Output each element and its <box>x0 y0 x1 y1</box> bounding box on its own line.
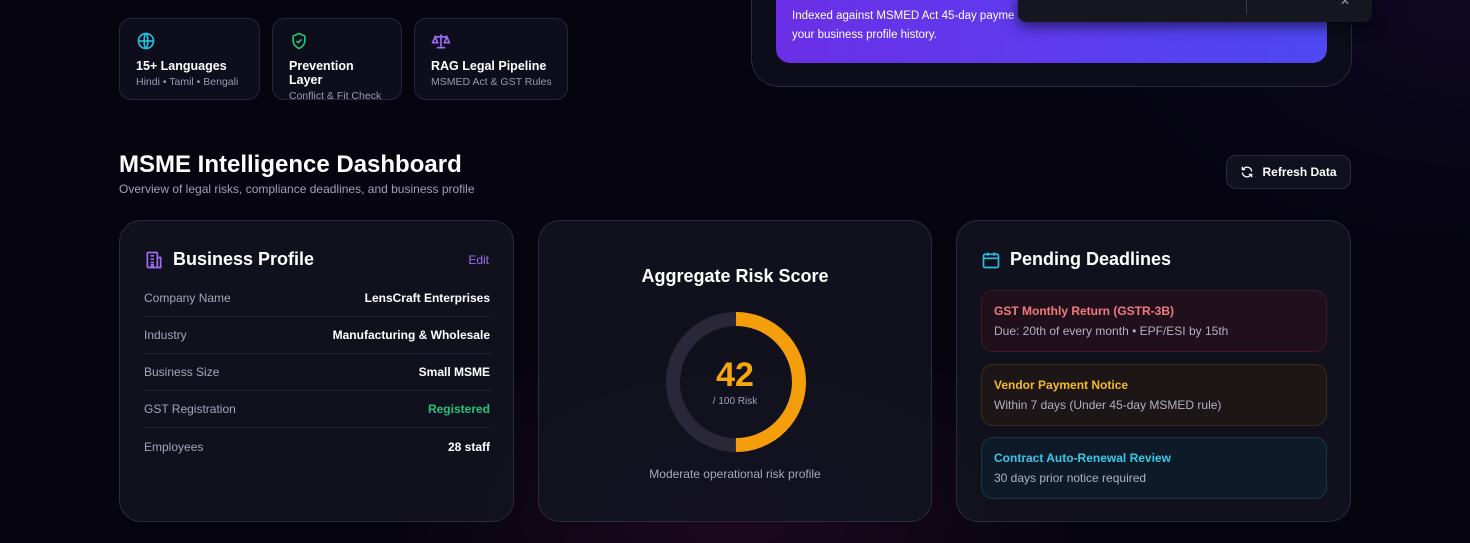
deadline-detail: Within 7 days (Under 45-day MSMED rule) <box>994 398 1222 412</box>
refresh-icon <box>1242 166 1253 178</box>
feature-title: 15+ Languages <box>136 59 227 73</box>
scale-icon <box>431 34 451 49</box>
profile-row-gst: GST Registration Registered <box>144 391 490 428</box>
panel-title: Business Profile <box>173 249 315 269</box>
refresh-label: Refresh Data <box>1262 165 1337 179</box>
panel-header: Business Profile <box>144 249 314 270</box>
status-badge: Registered <box>427 402 490 416</box>
close-icon[interactable]: ✕ <box>1340 0 1350 8</box>
toast-divider <box>1246 0 1247 14</box>
row-value: LensCraft Enterprises <box>364 291 490 305</box>
calendar-icon <box>982 252 1000 268</box>
row-key: Industry <box>144 328 187 342</box>
business-profile-panel: Business Profile Edit Company Name LensC… <box>119 220 514 522</box>
shield-check-icon <box>292 32 306 50</box>
panel-title: Aggregate Risk Score <box>641 266 829 286</box>
deadline-item-contract[interactable]: Contract Auto-Renewal Review 30 days pri… <box>981 437 1327 499</box>
page-title: MSME Intelligence Dashboard <box>119 151 462 178</box>
risk-score-value: 42 <box>716 356 754 394</box>
feature-card-prevention: Prevention Layer Conflict & Fit Check <box>272 18 402 102</box>
feature-subtitle: Conflict & Fit Check <box>289 90 382 102</box>
feature-card-rag: RAG Legal Pipeline MSMED Act & GST Rules <box>414 18 568 100</box>
rag-banner-line2: your business profile history. <box>792 29 937 41</box>
refresh-data-button[interactable]: Refresh Data <box>1226 155 1351 189</box>
profile-row-industry: Industry Manufacturing & Wholesale <box>144 317 490 354</box>
risk-score-unit: / 100 Risk <box>712 396 758 407</box>
panel-title: Pending Deadlines <box>1010 249 1172 269</box>
feature-title: RAG Legal Pipeline <box>431 59 547 73</box>
toast-notification: ✕ <box>1018 0 1372 22</box>
feature-card-languages: 15+ Languages Hindi • Tamil • Bengali <box>119 18 260 100</box>
row-value: 28 staff <box>447 439 490 454</box>
risk-score-panel: Aggregate Risk Score 42 / 100 Risk Moder… <box>538 220 932 522</box>
risk-description: Moderate operational risk profile <box>649 467 821 481</box>
globe-icon <box>137 32 155 50</box>
deadline-title: Vendor Payment Notice <box>994 378 1129 392</box>
deadline-title: GST Monthly Return (GSTR-3B) <box>994 304 1174 318</box>
profile-row-company: Company Name LensCraft Enterprises <box>144 280 490 317</box>
row-key: Employees <box>144 439 204 454</box>
page-subtitle: Overview of legal risks, compliance dead… <box>119 182 475 196</box>
deadline-detail: 30 days prior notice required <box>994 471 1147 485</box>
panel-header: Pending Deadlines <box>981 249 1171 270</box>
row-value: Small MSME <box>418 365 490 379</box>
feature-subtitle: MSMED Act & GST Rules <box>431 76 552 88</box>
profile-row-employees: Employees 28 staff <box>144 428 490 465</box>
edit-profile-link[interactable]: Edit <box>468 253 489 267</box>
deadline-title: Contract Auto-Renewal Review <box>994 451 1171 465</box>
row-key: GST Registration <box>144 402 236 416</box>
row-key: Business Size <box>144 365 220 379</box>
deadline-item-gst[interactable]: GST Monthly Return (GSTR-3B) Due: 20th o… <box>981 290 1327 352</box>
row-key: Company Name <box>144 291 231 305</box>
deadline-detail: Due: 20th of every month • EPF/ESI by 15… <box>994 324 1229 338</box>
row-value: Manufacturing & Wholesale <box>332 328 490 342</box>
deadline-item-vendor[interactable]: Vendor Payment Notice Within 7 days (Und… <box>981 364 1327 426</box>
pending-deadlines-panel: Pending Deadlines GST Monthly Return (GS… <box>956 220 1351 522</box>
building-icon <box>146 251 162 268</box>
profile-row-size: Business Size Small MSME <box>144 354 490 391</box>
feature-subtitle: Hindi • Tamil • Bengali <box>136 76 239 88</box>
feature-title: Prevention Layer <box>289 59 354 87</box>
